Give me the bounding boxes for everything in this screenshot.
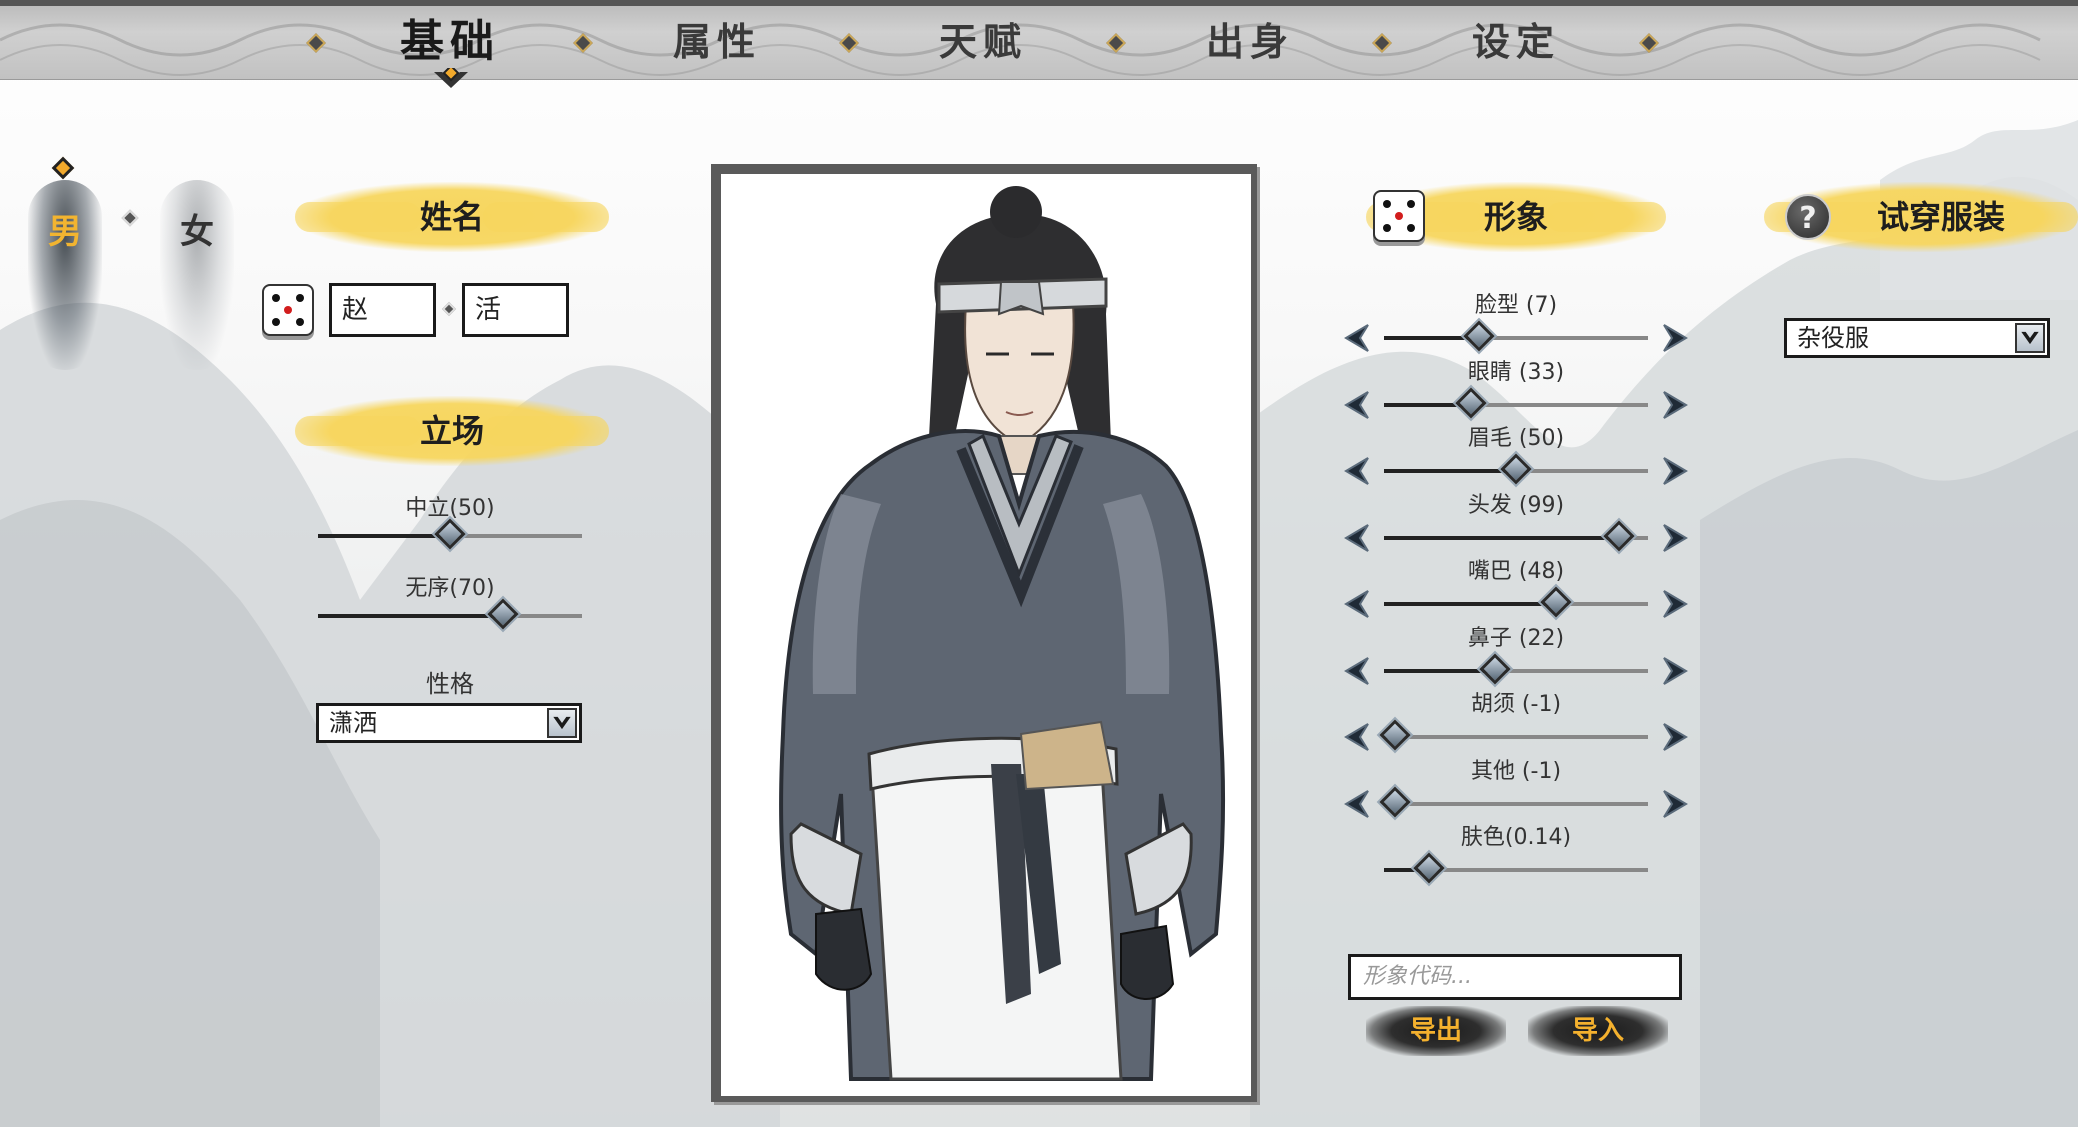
personality-label: 性格 (426, 670, 474, 698)
arrow-left-icon[interactable] (1342, 789, 1370, 819)
appearance-slider[interactable] (1384, 386, 1648, 419)
appearance-section-title: 形象 (1483, 198, 1548, 236)
arrow-right-icon[interactable] (1662, 789, 1690, 819)
appearance-slider[interactable] (1384, 453, 1648, 485)
appearance-slider[interactable] (1384, 320, 1648, 352)
stance-section-title: 立场 (419, 412, 484, 450)
personality-value: 潇洒 (329, 709, 377, 737)
tab-settings[interactable]: 设定 (1436, 12, 1596, 72)
randomize-appearance-dice-icon[interactable] (1373, 190, 1425, 242)
appearance-slider-label: 眉毛 (50) (1467, 426, 1565, 451)
arrow-left-icon[interactable] (1342, 390, 1370, 420)
arrow-right-icon[interactable] (1662, 656, 1690, 686)
appearance-slider-label: 头发 (99) (1467, 492, 1565, 518)
gender-female-label: 女 (180, 212, 214, 252)
arrow-right-icon[interactable] (1662, 523, 1690, 553)
tab-basic[interactable]: 基础 (370, 12, 530, 72)
arrow-left-icon[interactable] (1342, 523, 1370, 553)
appearance-slider-label: 嘴巴 (48) (1467, 559, 1565, 584)
surname-input[interactable]: 赵 (329, 283, 436, 337)
name-section-title: 姓名 (419, 198, 484, 236)
character-portrait-image (721, 174, 1251, 1096)
appearance-slider-label: 脸型 (7) (1474, 293, 1558, 318)
arrow-right-icon[interactable] (1662, 456, 1690, 486)
arrow-left-icon[interactable] (1342, 456, 1370, 486)
arrow-right-icon[interactable] (1662, 323, 1690, 353)
appearance-code-placeholder: 形象代码... (1363, 964, 1472, 989)
export-button[interactable]: 导出 (1366, 1006, 1506, 1056)
import-button[interactable]: 导入 (1528, 1006, 1668, 1056)
appearance-slider-label: 其他 (-1) (1470, 758, 1562, 784)
appearance-slider[interactable] (1384, 652, 1648, 685)
gender-female-button[interactable]: 女 (152, 170, 242, 370)
question-icon[interactable]: ? (1785, 194, 1831, 240)
outfit-section-title: 试穿服装 (1876, 198, 2005, 236)
given-name-input[interactable]: 活 (462, 283, 569, 337)
tab-attributes[interactable]: 属性 (637, 12, 797, 72)
tab-talents[interactable]: 天赋 (903, 12, 1063, 72)
appearance-slider[interactable] (1378, 719, 1648, 751)
appearance-slider[interactable] (1384, 519, 1648, 552)
arrow-left-icon[interactable] (1342, 656, 1370, 686)
chaos-slider[interactable] (318, 598, 582, 630)
arrow-right-icon[interactable] (1662, 722, 1690, 752)
appearance-slider-label: 胡须 (-1) (1470, 692, 1562, 717)
arrow-left-icon[interactable] (1342, 323, 1370, 353)
arrow-right-icon[interactable] (1662, 390, 1690, 420)
appearance-slider-label: 鼻子 (22) (1467, 625, 1565, 651)
gender-male-button[interactable]: 男 (20, 170, 110, 370)
outfit-value: 杂役服 (1797, 324, 1869, 352)
stance-section-header: 立场 (295, 396, 609, 466)
arrow-right-icon[interactable] (1662, 589, 1690, 619)
chevron-down-icon (2015, 323, 2045, 353)
appearance-slider-label: 眼睛 (33) (1467, 359, 1565, 385)
arrow-left-icon[interactable] (1342, 722, 1370, 752)
appearance-slider[interactable] (1378, 785, 1648, 818)
gender-male-label: 男 (48, 212, 82, 252)
neutral-slider-label: 中立(50) (405, 496, 495, 521)
outfit-dropdown[interactable]: 杂役服 (1784, 318, 2050, 358)
appearance-slider-label: 肤色(0.14) (1460, 825, 1572, 850)
neutral-slider[interactable] (318, 518, 582, 550)
randomize-name-dice-icon[interactable] (262, 284, 314, 336)
chaos-slider-label: 无序(70) (405, 576, 495, 601)
appearance-slider[interactable] (1384, 852, 1648, 884)
personality-dropdown[interactable]: 潇洒 (316, 703, 582, 743)
name-section-header: 姓名 (295, 182, 609, 252)
tab-origin[interactable]: 出身 (1170, 12, 1330, 72)
appearance-code-input[interactable]: 形象代码... (1348, 954, 1682, 1000)
appearance-slider[interactable] (1384, 586, 1648, 618)
active-tab-indicator-icon (434, 68, 468, 88)
chevron-down-icon (547, 708, 577, 738)
arrow-left-icon[interactable] (1342, 589, 1370, 619)
top-tab-bar: 基础 属性 天赋 出身 设定 (0, 0, 2078, 88)
character-portrait-frame (711, 164, 1257, 1102)
